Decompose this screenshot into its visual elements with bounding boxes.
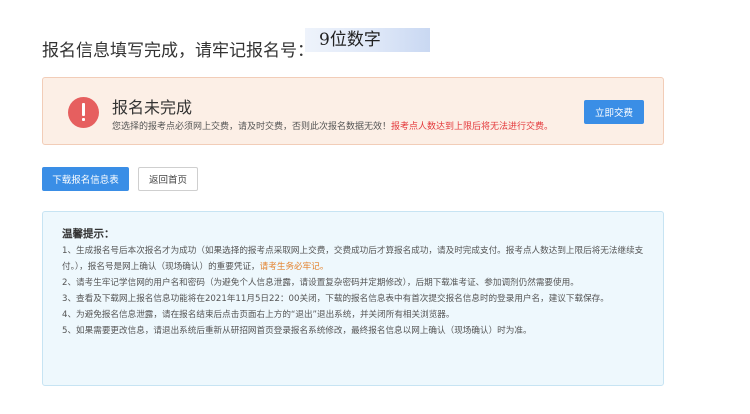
alert-desc-text: 您选择的报考点必须网上交费，请及时交费，否则此次报名数据无效！ xyxy=(112,122,392,132)
payment-alert: 报名未完成 您选择的报考点必须网上交费，请及时交费，否则此次报名数据无效！报考点… xyxy=(42,77,664,145)
registration-number: 9位数字 xyxy=(305,28,430,52)
tip-item-4: 4、为避免报名信息泄露，请在报名结束后点击页面右上方的“退出”退出系统，并关闭所… xyxy=(62,310,455,320)
tips-title: 温馨提示： xyxy=(62,228,115,240)
exclamation-circle-icon xyxy=(68,97,99,128)
tip-1-text: 1、生成报名号后本次报名才为成功（如果选择的报考点采取网上交费，交费成功后才算报… xyxy=(62,246,644,272)
alert-description: 您选择的报考点必须网上交费，请及时交费，否则此次报名数据无效！报考点人数达到上限… xyxy=(112,119,553,132)
tip-item-2: 2、请考生牢记学信网的用户名和密码（为避免个人信息泄露，请设置复杂密码并定期修改… xyxy=(62,278,579,288)
download-registration-form-button[interactable]: 下载报名信息表 xyxy=(42,167,129,191)
tips-list: 1、生成报名号后本次报名才为成功（如果选择的报考点采取网上交费，交费成功后才算报… xyxy=(62,243,652,339)
tip-1-emphasis: 请考生务必牢记。 xyxy=(259,262,329,272)
tip-item-1: 1、生成报名号后本次报名才为成功（如果选择的报考点采取网上交费，交费成功后才算报… xyxy=(62,243,652,275)
tip-item-3: 3、查看及下载网上报名信息功能将在2021年11月5日22：00关闭，下载的报名… xyxy=(62,294,609,304)
alert-desc-highlight: 报考点人数达到上限后将无法进行交费。 xyxy=(391,122,554,132)
back-to-home-button[interactable]: 返回首页 xyxy=(138,167,198,191)
tips-panel: 温馨提示： 1、生成报名号后本次报名才为成功（如果选择的报考点采取网上交费，交费… xyxy=(42,211,664,386)
pay-now-button[interactable]: 立即交费 xyxy=(584,100,644,124)
page-title: 报名信息填写完成，请牢记报名号： xyxy=(42,41,314,61)
alert-title: 报名未完成 xyxy=(112,98,193,117)
tip-item-5: 5、如果需要更改信息，请退出系统后重新从研招网首页登录报名系统修改，最终报名信息… xyxy=(62,326,532,336)
